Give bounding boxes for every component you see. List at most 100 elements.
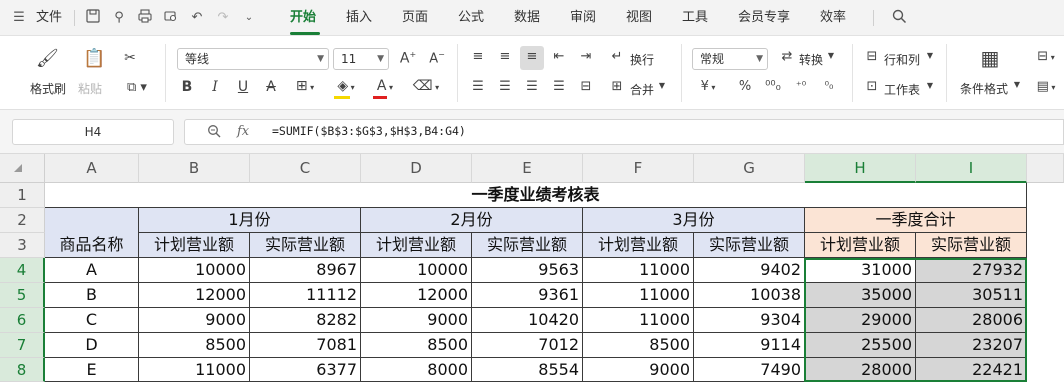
rows-cols-button[interactable]: 行和列 xyxy=(884,51,920,68)
decrease-font-icon[interactable]: A− xyxy=(427,50,447,66)
cell-d7[interactable]: 8500 xyxy=(361,333,472,358)
cell-h7[interactable]: 25500 xyxy=(805,333,916,358)
formula-input[interactable]: fx =SUMIF($B$3:$G$3,$H$3,B4:G4) xyxy=(184,119,1064,145)
month-header-3[interactable]: 3月份 xyxy=(583,208,805,233)
cell-g7[interactable]: 9114 xyxy=(694,333,805,358)
cell-d4[interactable]: 10000 xyxy=(361,258,472,283)
fx-icon[interactable]: fx xyxy=(237,124,249,139)
font-size-select[interactable]: 11 ▼ xyxy=(333,48,389,70)
cell-g6[interactable]: 9304 xyxy=(694,308,805,333)
row-header-8[interactable]: 8 xyxy=(0,358,45,382)
cell-i8[interactable]: 22421 xyxy=(916,358,1027,382)
tab-efficiency[interactable]: 效率 xyxy=(820,0,846,36)
table-style-icon[interactable]: ▤ ▾ xyxy=(1034,79,1058,94)
cell-f4[interactable]: 11000 xyxy=(583,258,694,283)
cell-i6[interactable]: 28006 xyxy=(916,308,1027,333)
cell-i7[interactable]: 23207 xyxy=(916,333,1027,358)
cell-h6[interactable]: 29000 xyxy=(805,308,916,333)
file-menu[interactable]: 文件 xyxy=(36,0,62,36)
cell-b5[interactable]: 12000 xyxy=(139,283,250,308)
underline-icon[interactable]: U xyxy=(236,79,250,95)
tab-home[interactable]: 开始 xyxy=(290,0,316,36)
cell-c6[interactable]: 8282 xyxy=(250,308,361,333)
align-left-icon[interactable]: ☰ xyxy=(470,79,486,94)
bold-icon[interactable]: B xyxy=(180,79,194,95)
tab-formula[interactable]: 公式 xyxy=(458,0,484,36)
cell-d5[interactable]: 12000 xyxy=(361,283,472,308)
undo-icon[interactable]: ↶ xyxy=(188,9,206,27)
row-header-1[interactable]: 1 xyxy=(0,183,45,208)
cell-d8[interactable]: 8000 xyxy=(361,358,472,382)
italic-icon[interactable]: I xyxy=(208,79,222,95)
cell-d6[interactable]: 9000 xyxy=(361,308,472,333)
row-header-6[interactable]: 6 xyxy=(0,308,45,333)
hamburger-menu-icon[interactable]: ☰ xyxy=(10,9,28,27)
redo-icon[interactable]: ↷ xyxy=(214,9,232,27)
product-name-header[interactable]: 商品名称 xyxy=(45,233,139,258)
actual-header-g[interactable]: 实际营业额 xyxy=(694,233,805,258)
cell-i4[interactable]: 27932 xyxy=(916,258,1027,283)
row-header-5[interactable]: 5 xyxy=(0,283,45,308)
month-header-1[interactable]: 1月份 xyxy=(139,208,361,233)
cell-e7[interactable]: 7012 xyxy=(472,333,583,358)
increase-font-icon[interactable]: A+ xyxy=(398,50,418,67)
cell-b6[interactable]: 9000 xyxy=(139,308,250,333)
cell-a4[interactable]: A xyxy=(45,258,139,283)
select-all-corner[interactable] xyxy=(0,154,45,183)
tab-insert[interactable]: 插入 xyxy=(346,0,372,36)
cell-b8[interactable]: 11000 xyxy=(139,358,250,382)
worksheet-button[interactable]: 工作表 xyxy=(884,81,920,98)
actual-header-c[interactable]: 实际营业额 xyxy=(250,233,361,258)
cell-c4[interactable]: 8967 xyxy=(250,258,361,283)
tab-page[interactable]: 页面 xyxy=(402,0,428,36)
convert-button[interactable]: 转换 xyxy=(799,51,823,68)
column-header-b[interactable]: B xyxy=(139,154,250,183)
column-header-a[interactable]: A xyxy=(45,154,139,183)
plan-header-d[interactable]: 计划营业额 xyxy=(361,233,472,258)
cell-h4[interactable]: 31000 xyxy=(805,258,916,283)
merge-icon[interactable]: ⊞ xyxy=(609,79,625,94)
rows-cols-icon[interactable]: ⊟ xyxy=(864,49,880,64)
cell-a2[interactable] xyxy=(45,208,139,233)
tab-tools[interactable]: 工具 xyxy=(682,0,708,36)
chevron-down-icon[interactable]: ▼ xyxy=(657,81,667,90)
font-name-select[interactable]: 等线 ▼ xyxy=(177,48,329,70)
increase-indent-icon[interactable]: ⇥ xyxy=(578,49,594,64)
number-format-select[interactable]: 常规 ▼ xyxy=(692,48,768,70)
plan-header-h[interactable]: 计划营业额 xyxy=(805,233,916,258)
cell-e4[interactable]: 9563 xyxy=(472,258,583,283)
brush-icon[interactable]: ⚲ xyxy=(110,9,128,27)
cell-g5[interactable]: 10038 xyxy=(694,283,805,308)
conditional-format-icon[interactable]: ▦ xyxy=(978,46,1002,70)
cell-h5[interactable]: 35000 xyxy=(805,283,916,308)
currency-icon[interactable]: ¥ ▾ xyxy=(696,79,720,94)
actual-header-i[interactable]: 实际营业额 xyxy=(916,233,1027,258)
justify-icon[interactable]: ☰ xyxy=(551,79,567,94)
chevron-down-icon[interactable]: ⌄ xyxy=(240,9,258,27)
cell-e8[interactable]: 8554 xyxy=(472,358,583,382)
cell-g8[interactable]: 7490 xyxy=(694,358,805,382)
thousands-separator-icon[interactable]: ⁰⁰₀ xyxy=(765,79,781,94)
column-header-d[interactable]: D xyxy=(361,154,472,183)
actual-header-e[interactable]: 实际营业额 xyxy=(472,233,583,258)
quarter-total-header[interactable]: 一季度合计 xyxy=(805,208,1027,233)
conditional-format-button[interactable]: 条件格式 xyxy=(960,80,1008,97)
column-header-i[interactable]: I xyxy=(916,154,1027,183)
plan-header-f[interactable]: 计划营业额 xyxy=(583,233,694,258)
decrease-indent-icon[interactable]: ⇤ xyxy=(551,49,567,64)
copy-icon[interactable]: ⧉ ▾ xyxy=(122,80,152,95)
cell-c8[interactable]: 6377 xyxy=(250,358,361,382)
worksheet-icon[interactable]: ⊡ xyxy=(864,79,880,94)
chevron-down-icon[interactable]: ▼ xyxy=(1012,80,1022,89)
row-header-2[interactable]: 2 xyxy=(0,208,45,233)
tab-data[interactable]: 数据 xyxy=(514,0,540,36)
cell-style-icon[interactable]: ⊟ ▾ xyxy=(1034,49,1058,64)
column-header-f[interactable]: F xyxy=(583,154,694,183)
chevron-down-icon[interactable]: ▼ xyxy=(925,81,935,90)
cell-b7[interactable]: 8500 xyxy=(139,333,250,358)
cell-f5[interactable]: 11000 xyxy=(583,283,694,308)
align-center-icon[interactable]: ☰ xyxy=(497,79,513,94)
cell-a5[interactable]: B xyxy=(45,283,139,308)
column-header-c[interactable]: C xyxy=(250,154,361,183)
column-header-g[interactable]: G xyxy=(694,154,805,183)
